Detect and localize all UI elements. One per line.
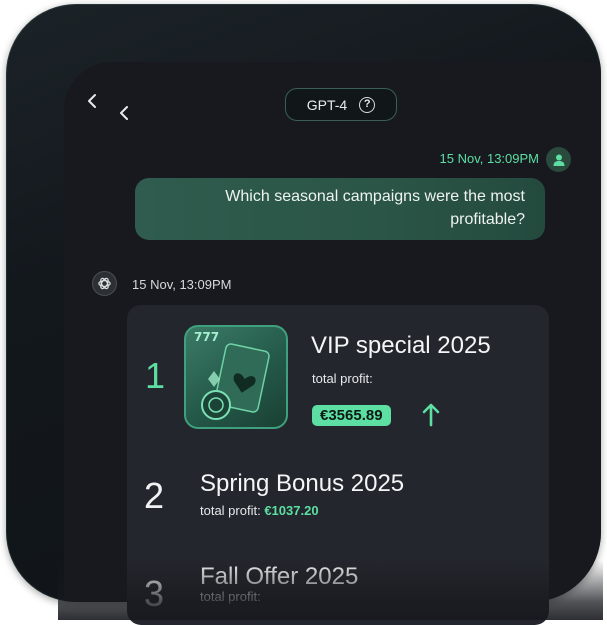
rank-number: 1	[145, 355, 166, 396]
model-selector[interactable]: GPT-4 ?	[285, 88, 397, 121]
casino-cards-icon: 777	[184, 325, 288, 429]
assistant-message-timestamp: 15 Nov, 13:09PM	[132, 277, 232, 292]
campaign-title: Fall Offer 2025	[200, 563, 359, 590]
assistant-avatar-icon	[92, 271, 117, 296]
user-message-bubble: Which seasonal campaigns were the most p…	[135, 178, 545, 240]
campaign-title: Spring Bonus 2025	[200, 470, 405, 497]
rank-number: 2	[144, 475, 165, 516]
svg-text:777: 777	[194, 330, 219, 344]
help-icon[interactable]: ?	[359, 96, 376, 113]
chevron-left-icon[interactable]	[118, 104, 130, 124]
profit-label: total profit:	[312, 371, 373, 386]
profit-line: total profit: €1037.20	[200, 503, 319, 518]
user-avatar-icon	[546, 147, 571, 172]
back-icon[interactable]	[86, 92, 98, 112]
user-message-timestamp: 15 Nov, 13:09PM	[439, 151, 539, 166]
campaign-title: VIP special 2025	[311, 332, 491, 359]
arrow-up-icon	[421, 401, 441, 432]
profit-value: €1037.20	[264, 503, 319, 518]
profit-value-badge: €3565.89	[312, 405, 391, 426]
profit-label: total profit:	[200, 589, 261, 604]
model-label: GPT-4	[306, 96, 348, 113]
rank-number: 3	[144, 573, 165, 614]
profit-label: total profit:	[200, 503, 261, 518]
